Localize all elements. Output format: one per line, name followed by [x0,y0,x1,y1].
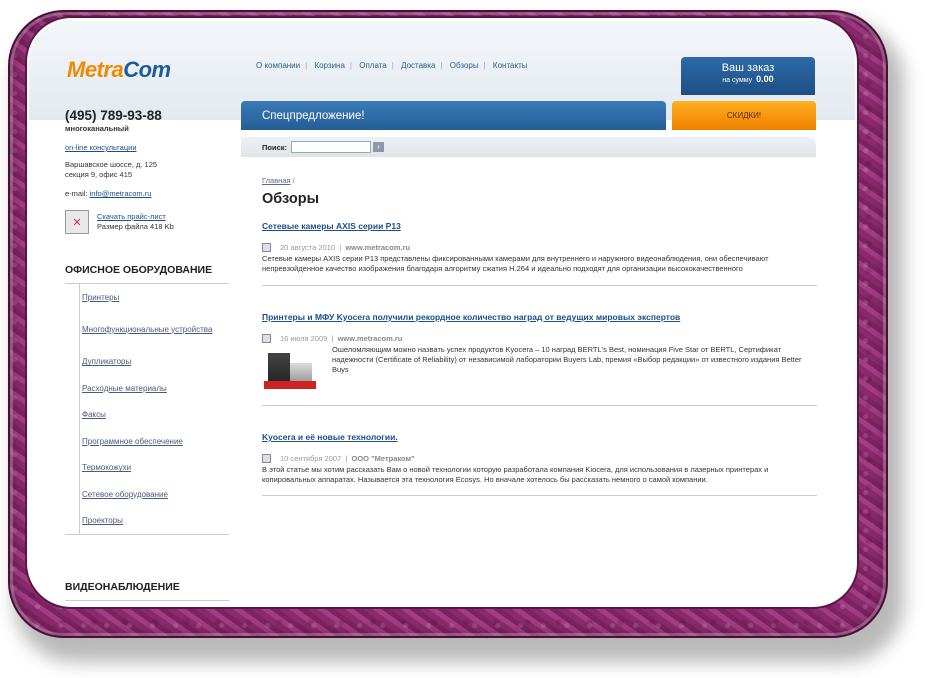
breadcrumb-home[interactable]: Главная [262,176,291,185]
nav-delivery[interactable]: Доставка [396,61,440,70]
article-summary: Ошеломляющим можно назвать успех продукт… [332,345,802,374]
sidebar-item-software[interactable]: Программное обеспечение [80,428,235,455]
article-3: Kyocera и её новые технологии. 10 сентяб… [262,432,817,485]
price-list-link[interactable]: Скачать прайс-лист [97,212,174,222]
category-list: Принтеры Многофункциональные устройства … [79,284,235,534]
special-offer-banner[interactable]: Спецпредложение! [241,101,666,130]
phone-note: многоканальный [65,124,129,133]
sale-button[interactable]: СКИДКИ! [672,101,816,130]
left-column: (495) 789-93-88 многоканальный on-line к… [65,108,235,601]
cart-title: Ваш заказ [721,62,775,74]
breadcrumb: Главная / [262,176,295,185]
sidebar-item-mfp[interactable]: Многофункциональные устройства [80,311,235,349]
excel-file-icon[interactable]: ✕ [65,210,89,234]
nav-payment[interactable]: Оплата [354,61,392,70]
document-icon [262,454,271,463]
nav-about[interactable]: О компании [251,61,305,70]
top-nav: О компании | Корзина | Оплата | Доставка | О… [251,61,532,70]
nav-reviews[interactable]: Обзоры [445,61,484,70]
price-file-size: Размер файла 418 Kb [97,222,174,231]
sidebar-item-network[interactable]: Сетевое оборудование [80,481,235,508]
article-meta: 20 августа 2010 | www.metracom.ru [262,243,817,252]
article-summary: В этой статье мы хотим рассказать Вам о … [262,465,769,484]
online-consult-link[interactable]: on-line консультации [65,143,235,152]
cart-sum: на сумму 0.00 [722,74,774,84]
address: Варшавское шоссе, д. 125 секция 9, офис … [65,160,158,179]
search-button[interactable]: › [373,142,385,152]
search-bar: Поиск: › [241,137,816,157]
document-icon [262,243,271,252]
sidebar-item-faxes[interactable]: Факсы [80,402,235,429]
sidebar-item-duplicators[interactable]: Дупликаторы [80,349,235,376]
sidebar-item-projectors[interactable]: Проекторы [80,508,235,535]
phone-number: (495) 789-93-88 [65,108,162,123]
nav-contacts[interactable]: Контакты [488,61,533,70]
article-title-link[interactable]: Принтеры и МФУ Kyocera получили рекордно… [262,312,817,322]
article-1: Сетевые камеры AXIS серии P13 20 августа… [262,221,817,274]
category-video-heading: ВИДЕОНАБЛЮДЕНИЕ [65,581,180,593]
sidebar-item-printers[interactable]: Принтеры [80,284,235,311]
article-summary: Сетевые камеры AXIS серии P13 представле… [262,254,769,273]
site-logo[interactable]: MetraCom [67,57,171,83]
article-meta: 16 июля 2009 | www.metracom.ru [262,334,817,343]
sidebar-item-consumables[interactable]: Расходные материалы [80,375,235,402]
printer-thumbnail[interactable] [262,345,322,395]
category-office-heading: ОФИСНОЕ ОБОРУДОВАНИЕ [65,264,213,276]
search-label: Поиск: [262,142,288,152]
sidebar-item-thermo-housings[interactable]: Термокожухи [80,455,235,482]
email-link[interactable]: info@metracom.ru [90,189,152,198]
document-icon [262,334,271,343]
search-input[interactable] [291,141,372,153]
price-list: ✕ Скачать прайс-лист Размер файла 418 Kb [65,210,235,234]
website-screen: MetraCom О компании | Корзина | Оплата | До… [29,20,855,605]
article-title-link[interactable]: Сетевые камеры AXIS серии P13 [262,221,817,231]
order-cart[interactable]: Ваш заказ на сумму 0.00 [681,57,815,95]
page-title: Обзоры [262,191,319,207]
article-meta: 10 сентября 2007 | ООО "Метраком" [262,454,817,463]
email-line: e-mail: info@metracom.ru [65,189,152,198]
nav-cart[interactable]: Корзина [309,61,349,70]
main-content: Главная / Обзоры Сетевые камеры AXIS сер… [262,176,817,496]
article-2: Принтеры и МФУ Kyocera получили рекордно… [262,312,817,395]
article-title-link[interactable]: Kyocera и её новые технологии. [262,432,817,442]
